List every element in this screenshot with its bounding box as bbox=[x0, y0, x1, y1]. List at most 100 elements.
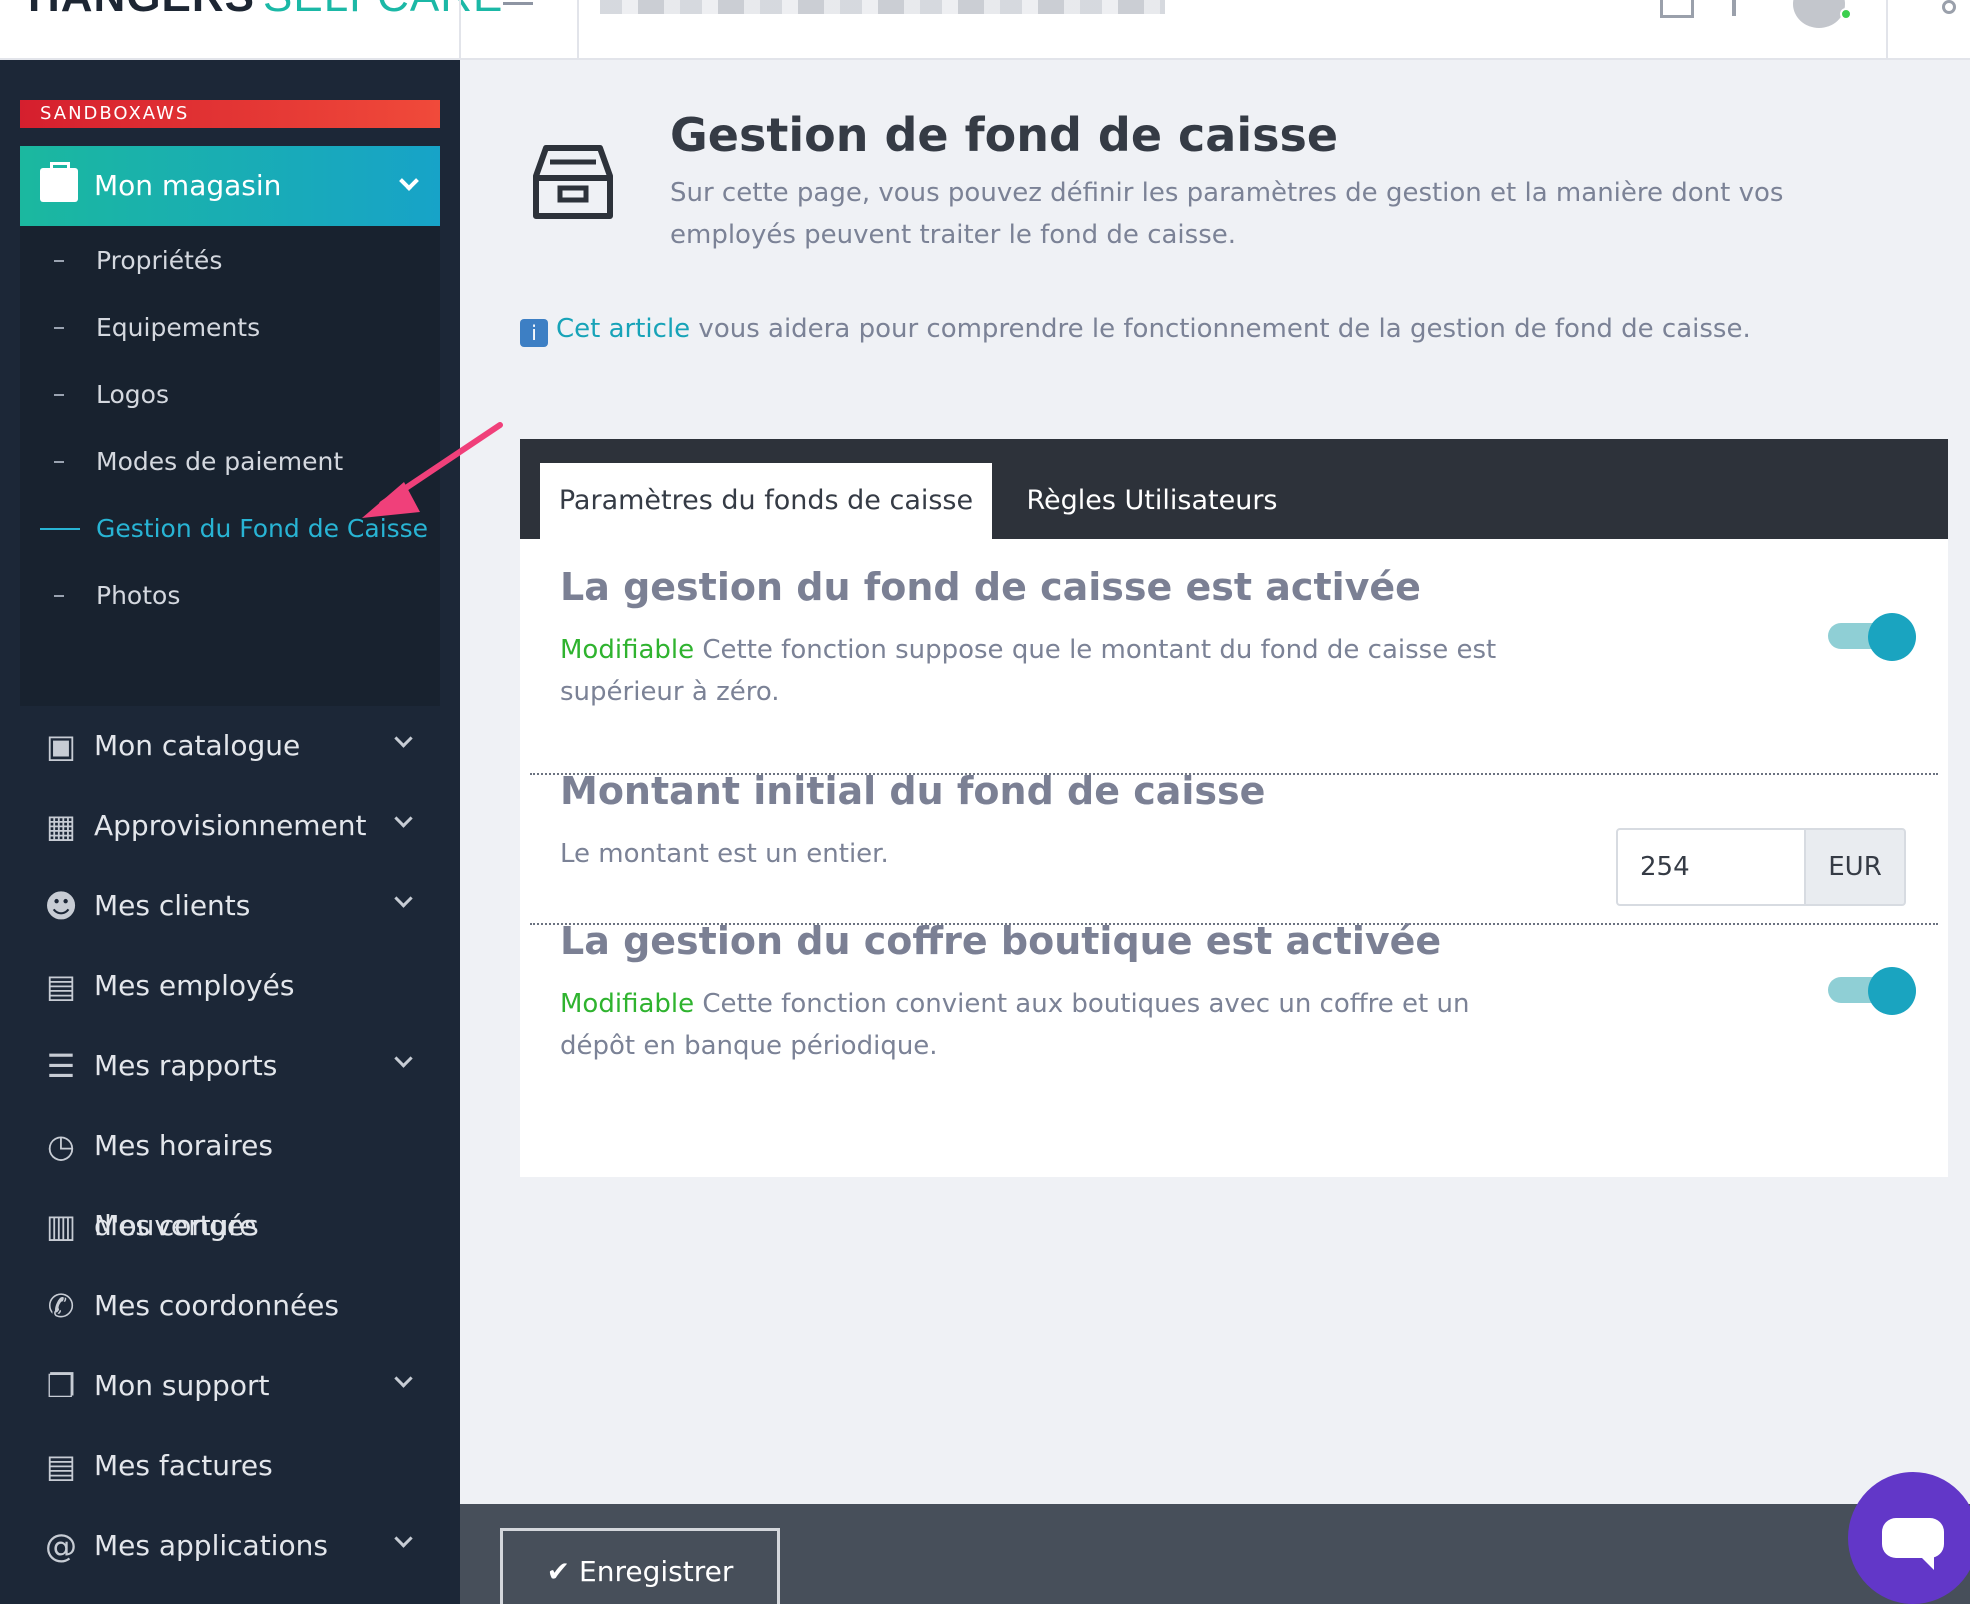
menu-item-mes-rapports[interactable]: ☰ Mes rapports bbox=[20, 1026, 440, 1106]
user-avatar[interactable] bbox=[1793, 0, 1845, 28]
menu-item-approvisionnement[interactable]: ▦ Approvisionnement bbox=[20, 786, 440, 866]
brand-name-part2: SELFCARE bbox=[263, 0, 503, 21]
modifiable-badge: Modifiable bbox=[560, 635, 695, 665]
help-article-link[interactable]: Cet article bbox=[556, 314, 690, 344]
phone-icon: ✆ bbox=[47, 1287, 75, 1325]
menu-item-label: Mon magasin bbox=[94, 169, 282, 202]
box-icon: ▣ bbox=[45, 727, 77, 765]
tab-bar: Paramètres du fonds de caisse Règles Uti… bbox=[520, 439, 1948, 539]
chevron-down-icon bbox=[394, 1049, 413, 1068]
page-subtitle: Sur cette page, vous pouvez définir les … bbox=[670, 178, 1784, 250]
info-text: vous aidera pour comprendre le fonctionn… bbox=[690, 314, 1751, 344]
submenu-item-label: Photos bbox=[96, 581, 181, 610]
setting-title-safe-management: La gestion du coffre boutique est activé… bbox=[560, 919, 1442, 963]
topbar-divider bbox=[577, 0, 579, 60]
initial-amount-input[interactable]: 254 bbox=[1616, 828, 1806, 906]
submenu-item-label: Logos bbox=[96, 380, 169, 409]
dash-icon bbox=[54, 461, 64, 463]
save-button-label: Enregistrer bbox=[579, 1555, 734, 1588]
page-title: Gestion de fond de caisse bbox=[670, 108, 1339, 162]
store-icon bbox=[40, 162, 78, 202]
menu-item-mes-employes[interactable]: ▤ Mes employés bbox=[20, 946, 440, 1026]
flag-icon[interactable] bbox=[1732, 0, 1736, 16]
setting-description-initial-amount: Le montant est un entier. bbox=[560, 839, 889, 869]
boxes-icon: ▦ bbox=[45, 807, 77, 845]
key-icon[interactable] bbox=[1942, 0, 1956, 14]
cash-drawer-icon bbox=[533, 145, 613, 219]
setting-description-text: Cette fonction suppose que le montant du… bbox=[560, 635, 1497, 707]
submenu-item-photos[interactable]: Photos bbox=[20, 563, 440, 629]
menu-item-mes-applications[interactable]: @ Mes applications bbox=[20, 1506, 440, 1586]
invoice-icon: ▤ bbox=[45, 1447, 77, 1485]
submenu-item-label: Equipements bbox=[96, 313, 261, 342]
save-button[interactable]: ✔ Enregistrer bbox=[500, 1528, 780, 1604]
settings-panel: Paramètres du fonds de caisse Règles Uti… bbox=[520, 439, 1948, 1177]
dash-icon bbox=[54, 394, 64, 396]
currency-unit-label: EUR bbox=[1804, 828, 1906, 906]
chat-widget-button[interactable] bbox=[1848, 1472, 1970, 1604]
sidebar: SANDBOXAWS Mon magasin Propriétés Equipe… bbox=[0, 60, 460, 1604]
menu-item-label: Mes factures bbox=[94, 1449, 273, 1482]
menu-item-mes-horaires[interactable]: ◷ Mes horaires d'ouverture bbox=[20, 1106, 440, 1242]
tab-regles-utilisateurs[interactable]: Règles Utilisateurs bbox=[1002, 463, 1302, 539]
store-home-icon[interactable] bbox=[1660, 0, 1694, 18]
dash-icon bbox=[54, 327, 64, 329]
menu-item-label: Mes coordonnées bbox=[94, 1289, 339, 1322]
menu-item-label: Approvisionnement bbox=[94, 809, 367, 842]
modifiable-badge: Modifiable bbox=[560, 989, 695, 1019]
users-icon: ☻ bbox=[44, 887, 78, 925]
online-status-dot bbox=[1840, 8, 1852, 20]
menu-item-mes-factures[interactable]: ▤ Mes factures bbox=[20, 1426, 440, 1506]
list-icon: ☰ bbox=[46, 1047, 76, 1085]
toggle-safe-management[interactable] bbox=[1828, 967, 1916, 1015]
setting-description-text: Cette fonction convient aux boutiques av… bbox=[560, 989, 1470, 1061]
chevron-down-icon bbox=[394, 889, 413, 908]
dash-icon bbox=[54, 595, 64, 597]
submenu-item-label: Propriétés bbox=[96, 246, 223, 275]
footer-bar: ✔ Enregistrer bbox=[460, 1504, 1970, 1604]
brand-name-part1: HANGERS bbox=[28, 0, 255, 21]
menu-item-mes-conges[interactable]: ▥ Mes congés bbox=[20, 1186, 440, 1266]
menu-item-mes-coordonnees[interactable]: ✆ Mes coordonnées bbox=[20, 1266, 440, 1346]
menu-item-mes-clients[interactable]: ☻ Mes clients bbox=[20, 866, 440, 946]
environment-badge: SANDBOXAWS bbox=[20, 100, 440, 128]
top-bar: HANGERS SELFCARE bbox=[0, 0, 1970, 60]
info-line: i Cet article vous aidera pour comprendre… bbox=[520, 314, 1751, 347]
brand-logo[interactable]: HANGERS SELFCARE bbox=[28, 0, 503, 22]
setting-description-cash-management: Modifiable Cette fonction suppose que le… bbox=[560, 629, 1550, 713]
book-icon: ▤ bbox=[45, 967, 77, 1005]
topbar-divider bbox=[1886, 0, 1888, 60]
clock-icon: ◷ bbox=[47, 1127, 75, 1165]
setting-title-initial-amount: Montant initial du fond de caisse bbox=[560, 769, 1266, 813]
submenu-item-equipements[interactable]: Equipements bbox=[20, 295, 440, 361]
menu-item-label: Mes rapports bbox=[94, 1049, 278, 1082]
submenu-item-logos[interactable]: Logos bbox=[20, 362, 440, 428]
chevron-down-icon bbox=[394, 1529, 413, 1548]
menu-item-label: Mes applications bbox=[94, 1529, 328, 1562]
chevron-down-icon bbox=[394, 809, 413, 828]
hamburger-menu-icon[interactable] bbox=[503, 2, 533, 5]
menu-item-mon-catalogue[interactable]: ▣ Mon catalogue bbox=[20, 706, 440, 786]
menu-item-label: Mon support bbox=[94, 1369, 270, 1402]
setting-title-cash-management: La gestion du fond de caisse est activée bbox=[560, 565, 1421, 609]
main-content: Gestion de fond de caisse Sur cette page… bbox=[460, 60, 1970, 1500]
chevron-down-icon bbox=[394, 1369, 413, 1388]
menu-item-label: Mon catalogue bbox=[94, 729, 301, 762]
check-icon: ✔ bbox=[546, 1555, 580, 1588]
blurred-search-area bbox=[600, 0, 1165, 14]
at-icon: @ bbox=[45, 1527, 77, 1565]
chevron-down-icon bbox=[399, 171, 419, 191]
toggle-knob bbox=[1868, 613, 1916, 661]
tab-parametres-fonds-de-caisse[interactable]: Paramètres du fonds de caisse bbox=[540, 463, 992, 539]
active-indicator bbox=[40, 528, 80, 530]
toggle-cash-management[interactable] bbox=[1828, 613, 1916, 661]
menu-item-label: Mes clients bbox=[94, 889, 251, 922]
submenu-item-proprietes[interactable]: Propriétés bbox=[20, 228, 440, 294]
chat-icon: ❐ bbox=[46, 1367, 76, 1405]
topbar-divider bbox=[459, 0, 461, 60]
calendar-icon: ▥ bbox=[45, 1207, 77, 1245]
menu-item-mon-magasin[interactable]: Mon magasin bbox=[20, 146, 440, 226]
menu-item-mon-support[interactable]: ❐ Mon support bbox=[20, 1346, 440, 1426]
menu-item-label: Mes employés bbox=[94, 969, 295, 1002]
chevron-down-icon bbox=[394, 729, 413, 748]
